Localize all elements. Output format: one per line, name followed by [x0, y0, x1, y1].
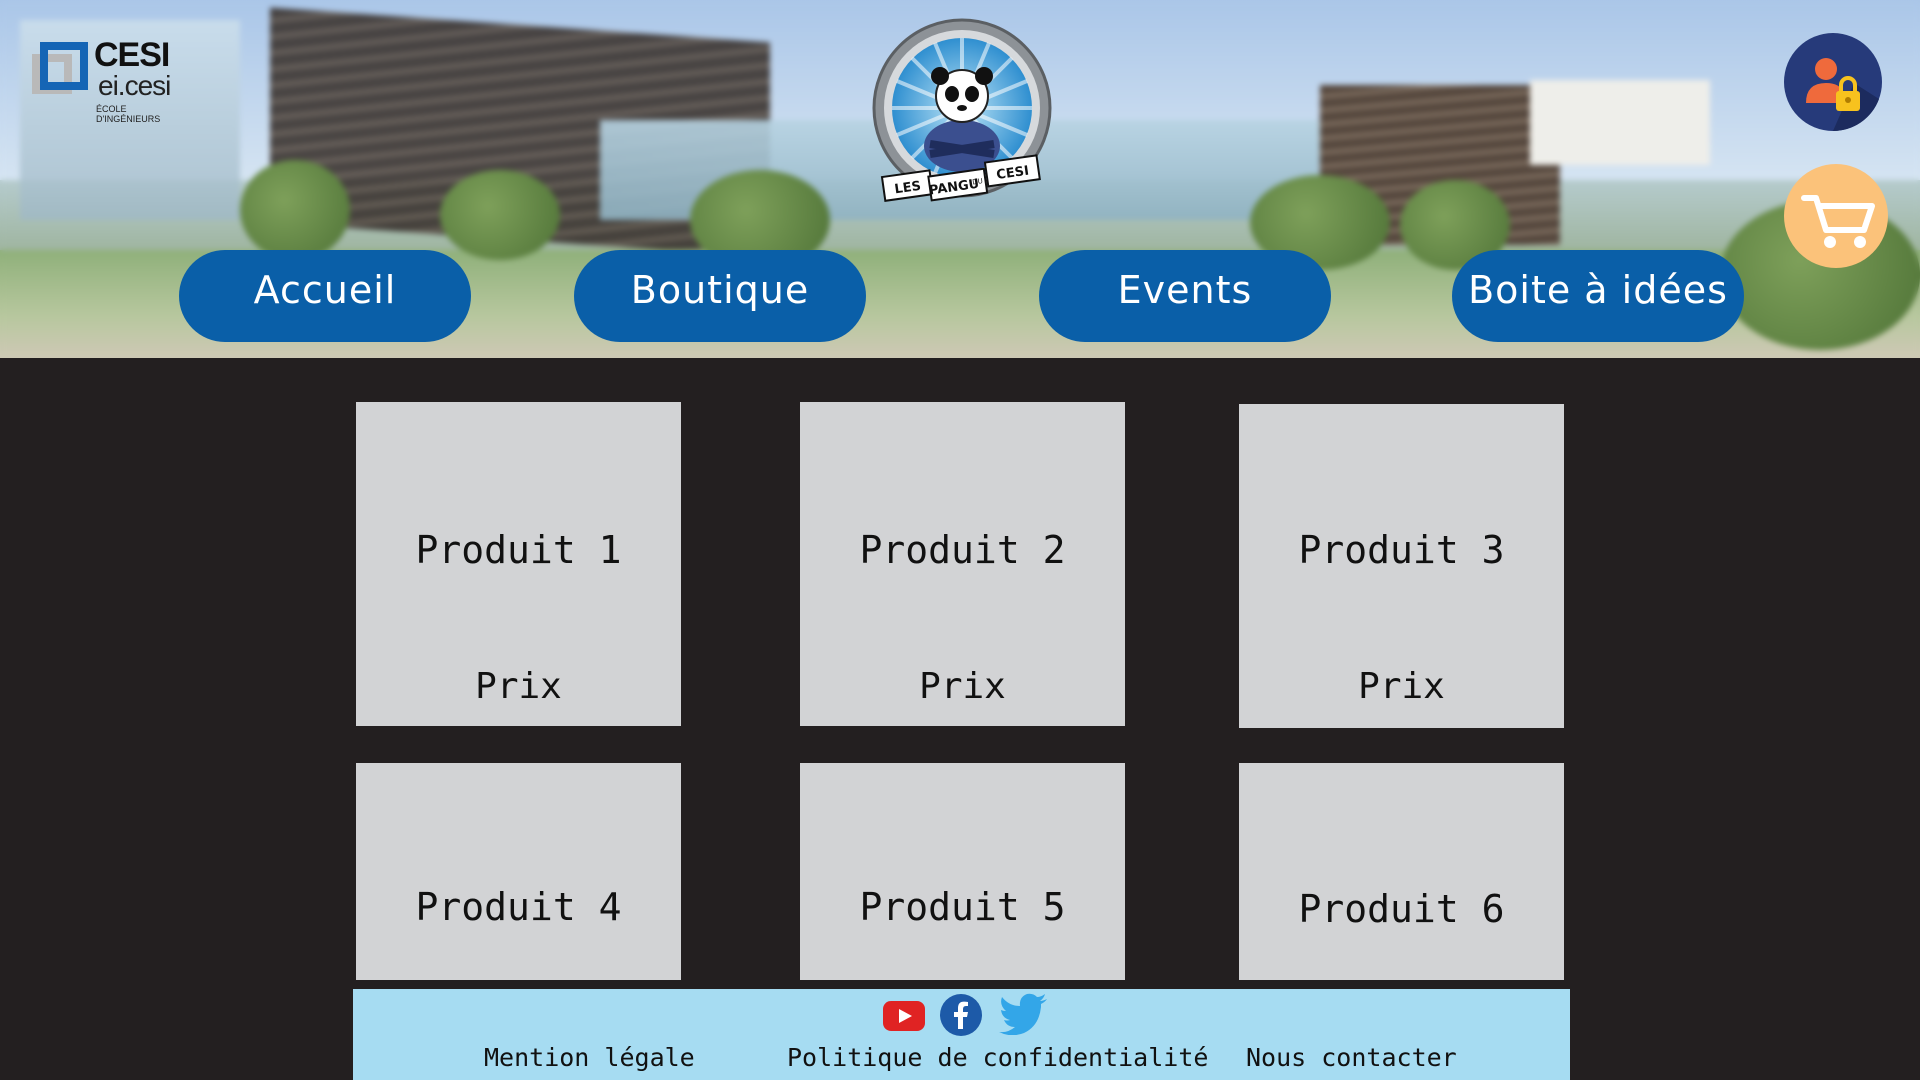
youtube-icon[interactable] — [883, 1001, 925, 1031]
cart-button[interactable] — [1784, 164, 1888, 268]
twitter-icon[interactable] — [999, 993, 1049, 1035]
product-price: Prix — [475, 666, 562, 707]
cesi-logo[interactable]: CESI ei.cesi ÉCOLE D'INGÉNIEURS — [32, 36, 192, 124]
footer: Mention légale Politique de confidential… — [353, 989, 1570, 1080]
product-card[interactable]: Produit 5 — [800, 763, 1125, 980]
footer-link-contact[interactable]: Nous contacter — [1246, 1043, 1457, 1072]
nav-boite-a-idees[interactable]: Boite à idées — [1452, 250, 1744, 342]
nav-boutique[interactable]: Boutique — [574, 250, 866, 342]
product-name: Produit 1 — [415, 528, 622, 572]
product-name: Produit 2 — [859, 528, 1066, 572]
product-card[interactable]: Produit 4 — [356, 763, 681, 980]
product-card[interactable]: Produit 3 Prix — [1239, 404, 1564, 728]
product-card[interactable]: Produit 6 — [1239, 763, 1564, 980]
facebook-icon[interactable] — [939, 993, 983, 1037]
badge-text-du: DU — [972, 177, 984, 186]
product-card[interactable]: Produit 1 Prix — [356, 402, 681, 726]
product-name: Produit 5 — [859, 885, 1066, 929]
account-button[interactable] — [1784, 33, 1882, 132]
footer-link-mention-legale[interactable]: Mention légale — [484, 1043, 695, 1072]
product-name: Produit 6 — [1298, 887, 1505, 931]
logo-text-eicesi: ei.cesi — [98, 70, 171, 101]
product-name: Produit 3 — [1298, 528, 1505, 572]
logo-text-school: ÉCOLE D'INGÉNIEURS — [96, 104, 161, 124]
header-banner: CESI ei.cesi ÉCOLE D'INGÉNIEURS LES PANG… — [0, 0, 1920, 358]
product-name: Produit 4 — [415, 885, 622, 929]
product-price: Prix — [1358, 666, 1445, 707]
shopping-cart-icon — [1801, 195, 1875, 248]
user-lock-icon — [1806, 58, 1879, 132]
logo-square-blue — [40, 42, 88, 90]
product-card[interactable]: Produit 2 Prix — [800, 402, 1125, 726]
nav-events[interactable]: Events — [1039, 250, 1331, 342]
nav-accueil[interactable]: Accueil — [179, 250, 471, 342]
footer-link-politique[interactable]: Politique de confidentialité — [787, 1043, 1208, 1072]
product-price: Prix — [919, 666, 1006, 707]
panda-badge-logo[interactable]: LES PANGU DU CESI — [870, 16, 1054, 206]
